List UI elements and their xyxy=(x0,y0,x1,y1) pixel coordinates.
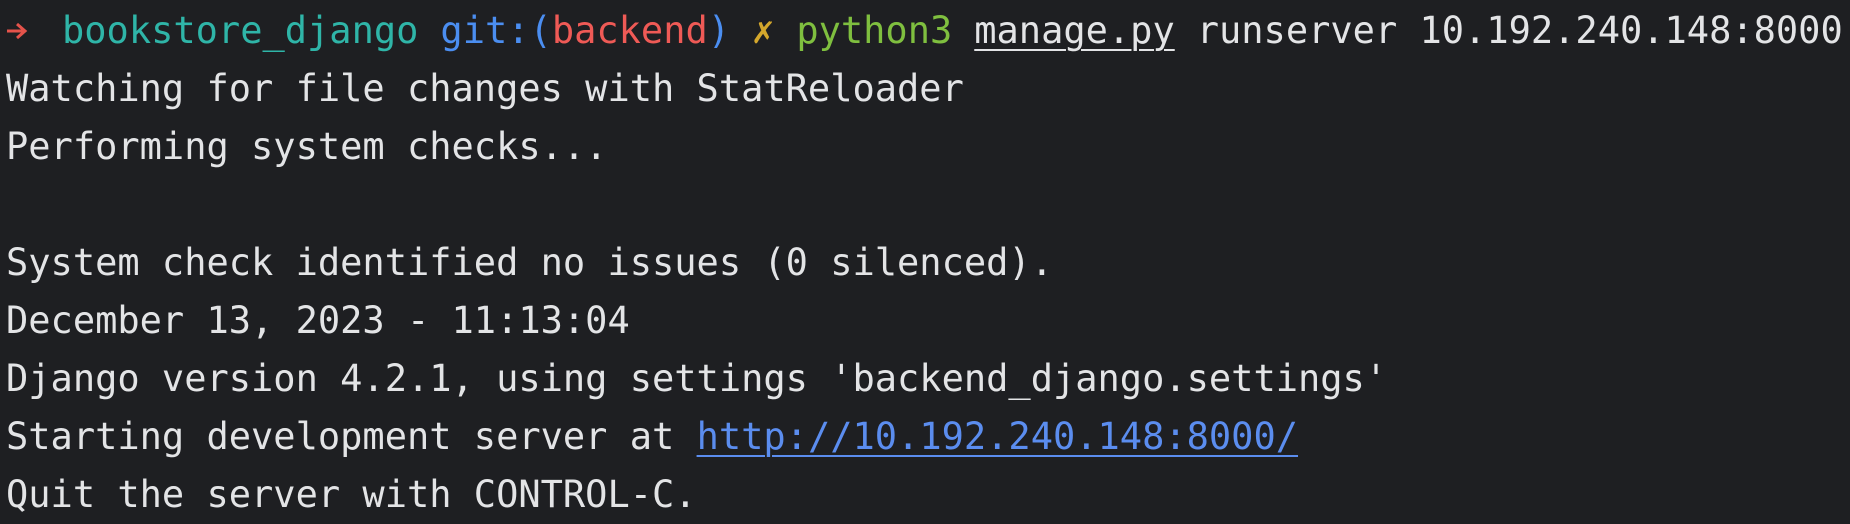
output-line-no-issues: System check identified no issues (0 sil… xyxy=(6,241,1053,284)
terminal-window[interactable]: bookstore_django git: ( backend ) ✗ pyth… xyxy=(0,0,1850,522)
prompt-paren-open: ( xyxy=(529,9,552,52)
prompt-paren-close: ) xyxy=(707,9,731,52)
command-arg-file[interactable]: manage.py xyxy=(974,2,1174,60)
server-url-prefix: Starting development server at xyxy=(6,415,697,458)
output-line-quit-hint: Quit the server with CONTROL-C. xyxy=(6,473,697,516)
command-name: python3 xyxy=(796,9,953,52)
command-prompt-line: bookstore_django git: ( backend ) ✗ pyth… xyxy=(6,2,1843,60)
prompt-dirty-marker: ✗ xyxy=(752,9,775,52)
command-arg-rest: runserver 10.192.240.148:8000 xyxy=(1196,9,1843,52)
prompt-git-label: git: xyxy=(440,9,530,52)
prompt-branch: backend xyxy=(551,9,708,52)
output-line-timestamp: December 13, 2023 - 11:13:04 xyxy=(6,299,630,342)
output-line-checks: Performing system checks... xyxy=(6,125,608,168)
output-line-django-version: Django version 4.2.1, using settings 'ba… xyxy=(6,357,1388,400)
output-line-server-url: Starting development server at http://10… xyxy=(6,408,1298,466)
prompt-directory: bookstore_django xyxy=(62,9,419,52)
output-line-watching: Watching for file changes with StatReloa… xyxy=(6,67,964,110)
server-url-link[interactable]: http://10.192.240.148:8000/ xyxy=(697,408,1298,466)
